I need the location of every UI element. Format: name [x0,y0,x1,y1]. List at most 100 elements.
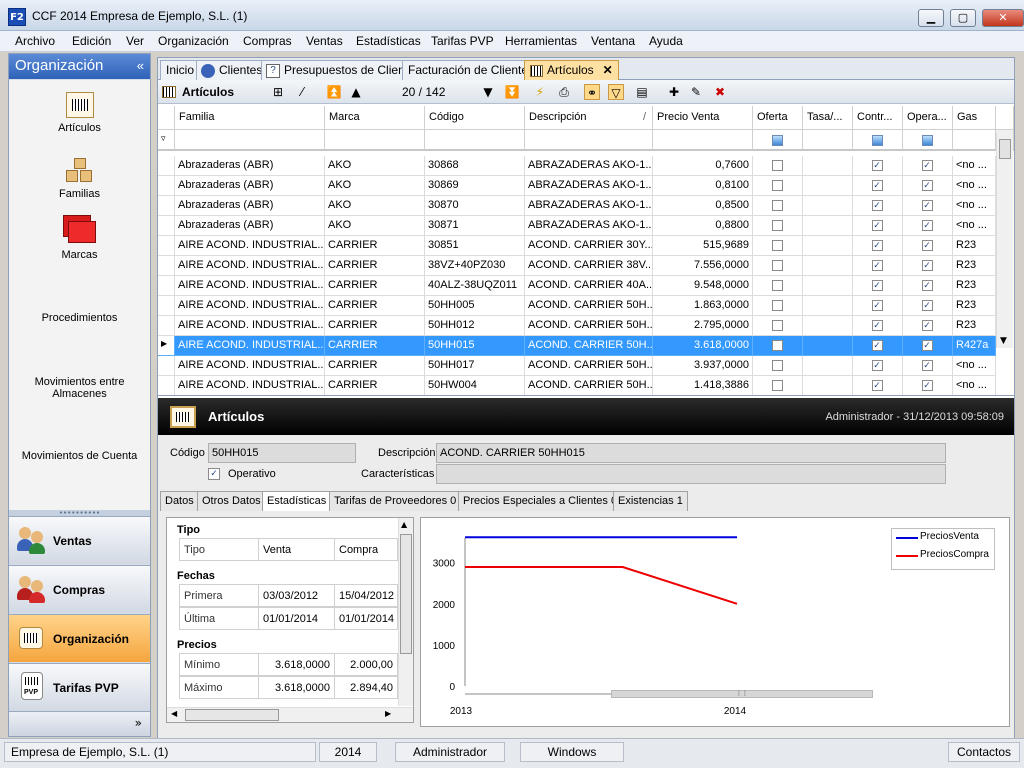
pane-item-procedimientos[interactable]: Procedimientos [9,312,150,324]
checked-checkbox[interactable]: ✓ [871,220,883,231]
cell-control[interactable]: ✓ [853,316,903,336]
cell-gas[interactable]: R23 [953,316,996,336]
cell-operativo[interactable]: ✓ [903,276,953,296]
cell-gas[interactable]: <no ... [953,376,996,395]
row-indicator[interactable] [158,236,175,256]
column-chooser-icon[interactable]: ▤ [634,84,650,100]
filter-descripcion[interactable] [525,130,653,151]
unchecked-checkbox[interactable] [771,260,783,271]
unchecked-checkbox[interactable] [771,280,783,291]
cell-control[interactable]: ✓ [853,196,903,216]
cell-precio-venta[interactable]: 2.795,0000 [653,316,753,336]
lightning-icon[interactable]: ⚡ [532,84,548,100]
cell-descripcion[interactable]: ACOND. CARRIER 38V... [525,256,653,276]
last-record-icon[interactable]: ⏬ [504,84,520,100]
cell-gas[interactable]: <no ... [953,216,996,236]
cell-oferta[interactable] [753,156,803,176]
filter-checkbox[interactable] [771,135,783,146]
cell-marca[interactable]: CARRIER [325,276,425,296]
column-header-tasa[interactable]: Tasa/... [803,106,853,130]
row-indicator[interactable] [158,296,175,316]
checked-checkbox[interactable]: ✓ [871,300,883,311]
column-header-oferta[interactable]: Oferta [753,106,803,130]
close-button[interactable]: ✕ [982,9,1024,27]
scroll-up-icon[interactable]: ▲ [401,520,407,529]
cell-control[interactable]: ✓ [853,356,903,376]
cell-tasa[interactable] [803,156,853,176]
cell-familia[interactable]: AIRE ACOND. INDUSTRIAL... [175,256,325,276]
cell-codigo[interactable]: 50HW004 [425,376,525,395]
checked-checkbox[interactable]: ✓ [921,340,933,351]
cell-oferta[interactable] [753,196,803,216]
row-indicator[interactable] [158,196,175,216]
cell-gas[interactable]: R427a [953,336,996,356]
cell-descripcion[interactable]: ACOND. CARRIER 50H... [525,336,653,356]
cell-codigo[interactable]: 30870 [425,196,525,216]
cell-descripcion[interactable]: ACOND. CARRIER 40A... [525,276,653,296]
cell-control[interactable]: ✓ [853,336,903,356]
cell-gas[interactable]: R23 [953,296,996,316]
cell-descripcion[interactable]: ACOND. CARRIER 50H... [525,356,653,376]
cell-control[interactable]: ✓ [853,376,903,395]
scroll-thumb[interactable] [400,534,412,654]
next-record-icon[interactable]: ▼ [480,84,496,100]
cell-tasa[interactable] [803,196,853,216]
cell-precio-venta[interactable]: 515,9689 [653,236,753,256]
cell-oferta[interactable] [753,316,803,336]
cell-precio-venta[interactable]: 0,8500 [653,196,753,216]
status-contacts[interactable]: Contactos [948,742,1020,762]
menu-tarifas-pvp[interactable]: Tarifas PVP [431,34,494,48]
cell-oferta[interactable] [753,216,803,236]
filter-gas[interactable] [953,130,996,151]
menu-archivo[interactable]: Archivo [15,34,55,48]
cell-precio-venta[interactable]: 9.548,0000 [653,276,753,296]
checked-checkbox[interactable]: ✓ [921,200,933,211]
unchecked-checkbox[interactable] [771,340,783,351]
cell-tasa[interactable] [803,336,853,356]
cell-codigo[interactable]: 50HH017 [425,356,525,376]
subtab-precios-especiales[interactable]: Precios Especiales a Clientes 0 [458,491,623,511]
stats-horizontal-scrollbar[interactable]: ◀ ▶ [167,707,413,722]
cell-control[interactable]: ✓ [853,276,903,296]
checked-checkbox[interactable]: ✓ [921,240,933,251]
cell-tasa[interactable] [803,256,853,276]
stats-vertical-scrollbar[interactable]: ▲ [398,518,413,706]
tab-facturacion[interactable]: Facturación de Clientes [402,60,541,80]
row-indicator[interactable]: ▶ [158,336,175,356]
pane-item-movimientos-cuenta[interactable]: Movimientos de Cuenta [9,450,150,462]
cell-descripcion[interactable]: ACOND. CARRIER 50H... [525,376,653,395]
cell-familia[interactable]: AIRE ACOND. INDUSTRIAL... [175,296,325,316]
unchecked-checkbox[interactable] [771,160,783,171]
filter-oferta[interactable] [753,130,803,151]
cell-oferta[interactable] [753,256,803,276]
cell-precio-venta[interactable]: 3.618,0000 [653,336,753,356]
cell-descripcion[interactable]: ACOND. CARRIER 50H... [525,296,653,316]
cell-codigo[interactable]: 30869 [425,176,525,196]
cell-operativo[interactable]: ✓ [903,336,953,356]
cell-descripcion[interactable]: ACOND. CARRIER 30Y... [525,236,653,256]
table-row[interactable]: AIRE ACOND. INDUSTRIAL... CARRIER 50HW004 A… [158,376,996,395]
cell-marca[interactable]: CARRIER [325,236,425,256]
checked-checkbox[interactable]: ✓ [921,260,933,271]
checked-checkbox[interactable]: ✓ [921,300,933,311]
checked-checkbox[interactable]: ✓ [921,160,933,171]
menu-herramientas[interactable]: Herramientas [505,34,577,48]
cell-gas[interactable]: <no ... [953,156,996,176]
new-record-icon[interactable]: ✚ [666,84,682,100]
cell-codigo[interactable]: 50HH005 [425,296,525,316]
table-row[interactable]: AIRE ACOND. INDUSTRIAL... CARRIER 38VZ+40P… [158,256,996,276]
tree-view-icon[interactable]: ⊞ [270,84,286,100]
binoculars-icon[interactable]: ⚭ [584,84,600,100]
filter-checkbox[interactable] [871,135,883,146]
pane-item-marcas[interactable]: Marcas [9,215,150,261]
row-indicator[interactable] [158,356,175,376]
column-header-operativo[interactable]: Opera... [903,106,953,130]
cell-oferta[interactable] [753,176,803,196]
column-header-descripcion[interactable]: Descripción / [525,106,653,130]
pane-item-movimientos-almacenes[interactable]: Movimientos entre Almacenes [9,376,150,400]
nav-organizacion[interactable]: Organización [9,614,150,662]
cell-gas[interactable]: <no ... [953,176,996,196]
cell-gas[interactable]: <no ... [953,196,996,216]
checked-checkbox[interactable]: ✓ [871,360,883,371]
nav-tarifas-pvp[interactable]: PVP Tarifas PVP [9,663,150,711]
